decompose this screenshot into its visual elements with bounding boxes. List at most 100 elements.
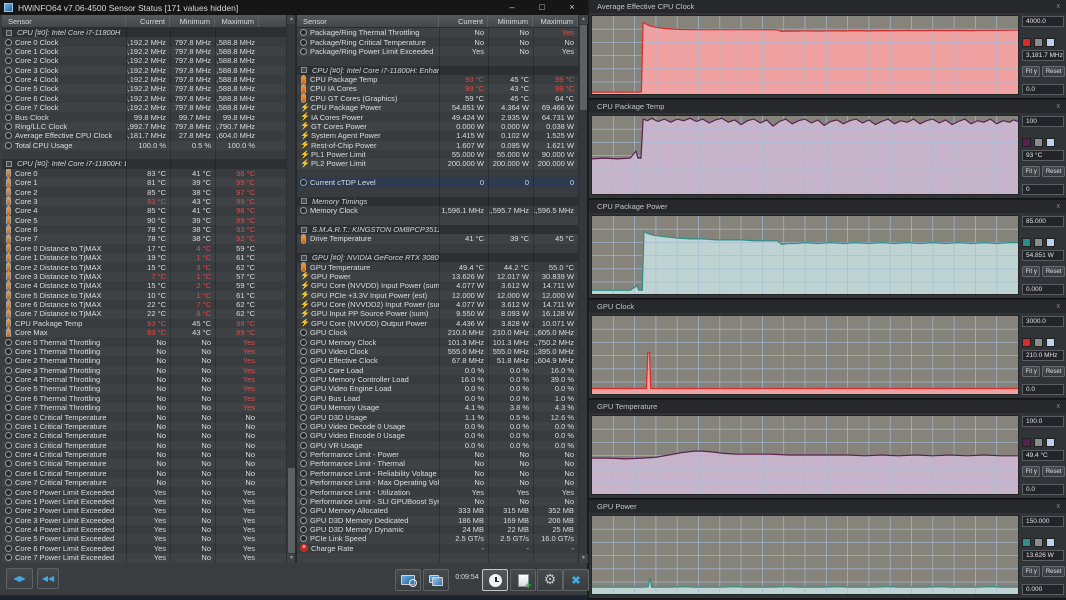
- sensor-row[interactable]: Core 6 Thermal ThrottlingNoNoYes: [2, 394, 286, 403]
- axis-min-value[interactable]: 0.0: [1022, 384, 1064, 395]
- sensor-row[interactable]: ⚡GPU Core (NVVDD) Input Power (sum)4.077…: [297, 281, 578, 290]
- sensor-row[interactable]: PCIe Link Speed2.5 GT/s2.5 GT/s16.0 GT/s: [297, 534, 578, 543]
- fit-y-button[interactable]: Fit y: [1022, 166, 1040, 177]
- sensor-row[interactable]: Core 1 Critical TemperatureNoNoNo: [2, 422, 286, 431]
- color-swatch[interactable]: [1046, 338, 1055, 347]
- sensor-row[interactable]: Core Max93 °C43 °C99 °C: [2, 328, 286, 337]
- sensor-row[interactable]: Core 181 °C39 °C99 °C: [2, 178, 286, 187]
- sensor-row[interactable]: Core 2 Power Limit ExceededYesNoYes: [2, 506, 286, 515]
- current-value[interactable]: 13.626 W: [1022, 550, 1064, 561]
- sensor-row[interactable]: ⚡PL1 Power Limit55.000 W55.000 W90.000 W: [297, 150, 578, 159]
- color-swatch[interactable]: [1022, 338, 1031, 347]
- sensor-row[interactable]: Ring/LLC Clock2,992.7 MHz797.8 MHz3,790.…: [2, 122, 286, 131]
- sensor-row[interactable]: Core 7 Thermal ThrottlingNoNoYes: [2, 403, 286, 412]
- system-summary-button[interactable]: [395, 569, 421, 591]
- sensor-row[interactable]: Performance Limit - Reliability VoltageN…: [297, 469, 578, 478]
- sensor-row[interactable]: Memory Clock1,596.1 MHz1,595.7 MHz1,596.…: [297, 206, 578, 215]
- scroll-columns-button[interactable]: ◀▶: [6, 568, 33, 589]
- color-swatch[interactable]: [1034, 138, 1043, 147]
- sensor-row[interactable]: ⚡GPU Power13.626 W12.017 W30.839 W: [297, 272, 578, 281]
- sensor-row[interactable]: Drive Temperature41 °C39 °C45 °C: [297, 234, 578, 243]
- sensor-row[interactable]: Core 4 Distance to TjMAX15 °C2 °C59 °C: [2, 281, 286, 290]
- reset-button[interactable]: Reset: [1042, 566, 1065, 577]
- minimize-button[interactable]: –: [497, 0, 527, 15]
- sensor-row[interactable]: Core 3 Clock3,192.2 MHz797.8 MHz4,588.8 …: [2, 66, 286, 75]
- close-button[interactable]: ×: [557, 0, 587, 15]
- sensor-row[interactable]: ⚡CPU Package Power54.851 W4.364 W69.466 …: [297, 103, 578, 112]
- axis-max-value[interactable]: 85.000: [1022, 216, 1064, 227]
- current-value[interactable]: 93 °C: [1022, 150, 1064, 161]
- sensor-row[interactable]: CPU Package Temp93 °C45 °C99 °C: [297, 75, 578, 84]
- current-value[interactable]: 54.851 W: [1022, 250, 1064, 261]
- sensor-row[interactable]: Core 3 Critical TemperatureNoNoNo: [2, 441, 286, 450]
- sensor-row[interactable]: GPU Clock210.0 MHz210.0 MHz1,605.0 MHz: [297, 328, 578, 337]
- color-swatch[interactable]: [1034, 438, 1043, 447]
- color-swatch[interactable]: [1034, 238, 1043, 247]
- sensor-row[interactable]: GPU Memory Controller Load16.0 %0.0 %39.…: [297, 375, 578, 384]
- sensor-row[interactable]: Core 5 Power Limit ExceededYesNoYes: [2, 534, 286, 543]
- sensor-row[interactable]: Core 1 Power Limit ExceededYesNoYes: [2, 497, 286, 506]
- sensor-row[interactable]: Core 485 °C41 °C98 °C: [2, 206, 286, 215]
- sensor-row[interactable]: Core 0 Clock3,192.2 MHz797.8 MHz4,588.8 …: [2, 37, 286, 46]
- sensor-row[interactable]: Performance Limit - Max Operating Voltag…: [297, 478, 578, 487]
- color-swatch[interactable]: [1046, 538, 1055, 547]
- sensor-row[interactable]: Core 1 Distance to TjMAX19 °C1 °C61 °C: [2, 253, 286, 262]
- sensor-row[interactable]: Memory Timings: [297, 197, 578, 206]
- sensor-row[interactable]: Core 3 Thermal ThrottlingNoNoYes: [2, 366, 286, 375]
- sensor-row[interactable]: Core 0 Distance to TjMAX17 °C4 °C59 °C: [2, 244, 286, 253]
- sensor-row[interactable]: Core 393 °C43 °C99 °C: [2, 197, 286, 206]
- fit-y-button[interactable]: Fit y: [1022, 366, 1040, 377]
- sensor-row[interactable]: ×Charge Rate---: [297, 544, 578, 553]
- settings-button[interactable]: [537, 569, 563, 591]
- sensor-row[interactable]: Core 778 °C38 °C92 °C: [2, 234, 286, 243]
- sensor-row[interactable]: Core 2 Distance to TjMAX15 °C3 °C62 °C: [2, 262, 286, 271]
- sensor-row[interactable]: Core 7 Clock3,192.2 MHz797.8 MHz4,588.8 …: [2, 103, 286, 112]
- color-swatch[interactable]: [1034, 38, 1043, 47]
- report-button[interactable]: [510, 569, 536, 591]
- sensor-row[interactable]: GPU Memory Allocated333 MB315 MB352 MB: [297, 506, 578, 515]
- sensor-row[interactable]: Core 3 Power Limit ExceededYesNoYes: [2, 516, 286, 525]
- axis-max-value[interactable]: 100: [1022, 116, 1064, 127]
- sensor-row[interactable]: Core 2 Thermal ThrottlingNoNoYes: [2, 356, 286, 365]
- current-value[interactable]: 210.0 MHz: [1022, 350, 1064, 361]
- sensor-row[interactable]: GPU Video Encode 0 Usage0.0 %0.0 %0.0 %: [297, 431, 578, 440]
- sensor-row[interactable]: Core 5 Critical TemperatureNoNoNo: [2, 459, 286, 468]
- remote-monitoring-button[interactable]: [423, 569, 449, 591]
- sensor-row[interactable]: ⚡GPU Input PP Source Power (sum)9.550 W8…: [297, 309, 578, 318]
- sensor-row[interactable]: GPU VR Usage0.0 %0.0 %0.0 %: [297, 441, 578, 450]
- close-icon[interactable]: x: [1057, 303, 1066, 310]
- sensor-row[interactable]: ⚡GPU PCIe +3.3V Input Power (est)12.000 …: [297, 291, 578, 300]
- sensor-row[interactable]: GPU Memory Clock101.3 MHz101.3 MHz1,750.…: [297, 337, 578, 346]
- reset-button[interactable]: Reset: [1042, 466, 1065, 477]
- scroll-up-icon[interactable]: ▲: [579, 15, 588, 24]
- sensor-row[interactable]: Core 4 Power Limit ExceededYesNoYes: [2, 525, 286, 534]
- sensor-row[interactable]: Core 5 Thermal ThrottlingNoNoYes: [2, 384, 286, 393]
- sensor-row[interactable]: Total CPU Usage100.0 %0.5 %100.0 %: [2, 141, 286, 150]
- current-value[interactable]: 49.4 °C: [1022, 450, 1064, 461]
- sensor-row[interactable]: Core 1 Clock3,192.2 MHz797.8 MHz4,588.8 …: [2, 47, 286, 56]
- sensor-row[interactable]: Performance Limit - UtilizationYesYesYes: [297, 487, 578, 496]
- color-swatch[interactable]: [1022, 538, 1031, 547]
- sensor-row[interactable]: GPU [#0]: NVIDIA GeForce RTX 3080 Laptop…: [297, 253, 578, 262]
- color-swatch[interactable]: [1046, 238, 1055, 247]
- close-icon[interactable]: x: [1057, 3, 1066, 10]
- sensor-row[interactable]: Core 590 °C39 °C99 °C: [2, 216, 286, 225]
- axis-min-value[interactable]: 0.000: [1022, 284, 1064, 295]
- sensor-row[interactable]: Core 7 Power Limit ExceededYesNoYes: [2, 553, 286, 562]
- sensor-row[interactable]: CPU Package Temp93 °C45 °C99 °C: [2, 319, 286, 328]
- color-swatch[interactable]: [1022, 38, 1031, 47]
- close-icon[interactable]: x: [1057, 403, 1066, 410]
- sensor-row[interactable]: ⚡GPU Core (NVVDD) Output Power4.436 W3.8…: [297, 319, 578, 328]
- sensor-row[interactable]: ⚡IA Cores Power49.424 W2.935 W64.731 W: [297, 112, 578, 121]
- fit-y-button[interactable]: Fit y: [1022, 466, 1040, 477]
- sensor-row[interactable]: ⚡GPU Core (NVVDD2) Input Power (sum)4.07…: [297, 300, 578, 309]
- fit-y-button[interactable]: Fit y: [1022, 566, 1040, 577]
- sensor-row[interactable]: Performance Limit - SLI GPUBoost SyncNoN…: [297, 497, 578, 506]
- maximize-button[interactable]: □: [527, 0, 557, 15]
- sensor-row[interactable]: Core 285 °C38 °C97 °C: [2, 187, 286, 196]
- sensor-row[interactable]: ⚡System Agent Power1.415 W0.102 W1.525 W: [297, 131, 578, 140]
- sensor-row[interactable]: ⚡Rest-of-Chip Power1.607 W0.095 W1.621 W: [297, 141, 578, 150]
- color-swatch[interactable]: [1046, 138, 1055, 147]
- sensor-row[interactable]: GPU Video Engine Load0.0 %0.0 %0.0 %: [297, 384, 578, 393]
- sensor-row[interactable]: Core 0 Thermal ThrottlingNoNoYes: [2, 337, 286, 346]
